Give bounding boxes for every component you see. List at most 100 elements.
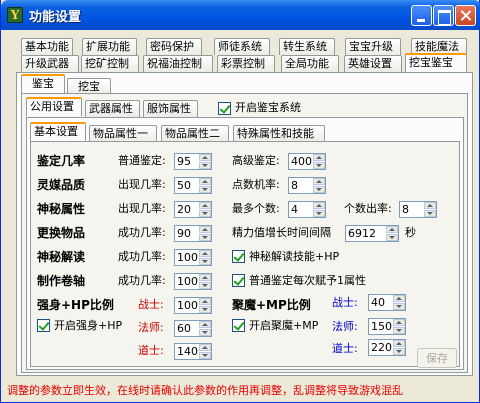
spin-up-icon[interactable] <box>199 250 211 257</box>
tab-extended-function[interactable]: 扩展功能 <box>82 38 137 55</box>
gather-mage-spinner[interactable] <box>368 318 406 335</box>
spin-up-icon[interactable] <box>424 202 436 209</box>
tab-special-attributes-skills[interactable]: 特殊属性和技能 <box>233 125 325 142</box>
spin-up-icon[interactable] <box>199 202 211 209</box>
spin-down-icon[interactable] <box>393 327 405 334</box>
tab-pet-upgrade[interactable]: 宝宝升级 <box>345 38 401 55</box>
advanced-identify-input[interactable] <box>289 154 314 169</box>
spin-down-icon[interactable] <box>393 303 405 310</box>
tab-lottery-control[interactable]: 彩票控制 <box>217 55 275 72</box>
spin-down-icon[interactable] <box>393 348 405 355</box>
spin-up-icon[interactable] <box>199 154 211 161</box>
max-count-spinner[interactable] <box>288 201 326 218</box>
spin-up-icon[interactable] <box>393 340 405 347</box>
spin-up-icon[interactable] <box>393 319 405 326</box>
tab-bless-oil-control[interactable]: 祝福油控制 <box>143 55 213 72</box>
gather-mage-input[interactable] <box>369 319 394 334</box>
tab-basic-function[interactable]: 基本功能 <box>21 38 73 55</box>
scroll-success-spinner[interactable] <box>174 273 212 290</box>
spin-up-icon[interactable] <box>199 226 211 233</box>
tab-item-attributes-2[interactable]: 物品属性二 <box>161 125 229 142</box>
tab-password-protect[interactable]: 密码保护 <box>146 38 202 55</box>
minimize-button[interactable] <box>411 5 432 26</box>
advanced-identify-label: 高级鉴定: <box>232 154 280 167</box>
tab-global-function[interactable]: 全局功能 <box>281 55 339 72</box>
max-count-input[interactable] <box>289 202 314 217</box>
tab-rebirth-system[interactable]: 转生系统 <box>279 38 335 55</box>
strong-taoist-input[interactable] <box>175 344 200 359</box>
normal-identify-input[interactable] <box>175 154 200 169</box>
gather-taoist-input[interactable] <box>369 340 394 355</box>
spirit-appear-spinner[interactable] <box>174 177 212 194</box>
spin-up-icon[interactable] <box>199 274 211 281</box>
spin-up-icon[interactable] <box>313 202 325 209</box>
tab-apparel-attributes[interactable]: 服饰属性 <box>143 100 198 117</box>
strong-taoist-spinner[interactable] <box>174 343 212 360</box>
spin-down-icon[interactable] <box>199 186 211 193</box>
spirit-appear-input[interactable] <box>175 178 200 193</box>
spin-up-icon[interactable] <box>199 298 211 305</box>
normal-identify-attr-checkbox[interactable] <box>232 274 245 287</box>
spin-up-icon[interactable] <box>313 178 325 185</box>
strong-mage-input[interactable] <box>175 321 200 336</box>
spin-down-icon[interactable] <box>199 329 211 336</box>
tab-master-system[interactable]: 师徒系统 <box>214 38 270 55</box>
points-rate-input[interactable] <box>289 178 314 193</box>
tab-basic-settings[interactable]: 基本设置 <box>30 122 86 141</box>
decode-success-spinner[interactable] <box>174 249 212 266</box>
count-rate-spinner[interactable] <box>399 201 437 218</box>
tab-weapon-upgrade[interactable]: 升级武器 <box>21 55 79 72</box>
energy-interval-input[interactable] <box>346 226 387 241</box>
mystic-appear-spinner[interactable] <box>174 201 212 218</box>
tab-weapon-attributes[interactable]: 武器属性 <box>85 100 140 117</box>
normal-identify-spinner[interactable] <box>174 153 212 170</box>
change-success-input[interactable] <box>175 226 200 241</box>
strong-mage-spinner[interactable] <box>174 320 212 337</box>
tab-common-settings[interactable]: 公用设置 <box>26 97 82 116</box>
gather-taoist-spinner[interactable] <box>368 339 406 356</box>
strong-warrior-spinner[interactable] <box>174 297 212 314</box>
points-rate-spinner[interactable] <box>288 177 326 194</box>
tab-mining-control[interactable]: 挖矿控制 <box>81 55 139 72</box>
spin-down-icon[interactable] <box>199 258 211 265</box>
close-button[interactable] <box>455 5 476 26</box>
spin-down-icon[interactable] <box>313 210 325 217</box>
energy-interval-label: 精力值增长时间间隔 <box>232 226 331 239</box>
spin-down-icon[interactable] <box>199 234 211 241</box>
spin-down-icon[interactable] <box>199 306 211 313</box>
count-rate-input[interactable] <box>400 202 425 217</box>
decode-skill-hp-checkbox[interactable] <box>232 250 245 263</box>
spin-up-icon[interactable] <box>393 295 405 302</box>
enable-strong-hp-checkbox[interactable] <box>37 319 50 332</box>
spin-up-icon[interactable] <box>313 154 325 161</box>
energy-interval-spinner[interactable] <box>345 225 399 242</box>
scroll-success-input[interactable] <box>175 274 200 289</box>
decode-success-input[interactable] <box>175 250 200 265</box>
enable-identify-checkbox[interactable] <box>218 102 231 115</box>
spin-down-icon[interactable] <box>199 282 211 289</box>
spin-up-icon[interactable] <box>199 321 211 328</box>
spin-down-icon[interactable] <box>313 162 325 169</box>
mystic-appear-input[interactable] <box>175 202 200 217</box>
spin-down-icon[interactable] <box>199 210 211 217</box>
save-button[interactable]: 保存 <box>417 348 457 368</box>
gather-warrior-spinner[interactable] <box>368 294 406 311</box>
spin-down-icon[interactable] <box>313 186 325 193</box>
tab-item-attributes-1[interactable]: 物品属性一 <box>89 125 157 142</box>
tab-identify[interactable]: 鉴宝 <box>21 74 65 93</box>
maximize-button[interactable] <box>433 5 454 26</box>
spin-down-icon[interactable] <box>386 234 398 241</box>
tab-dig-identify[interactable]: 挖宝鉴宝 <box>405 53 467 72</box>
spin-down-icon[interactable] <box>199 162 211 169</box>
change-success-spinner[interactable] <box>174 225 212 242</box>
enable-gather-mp-checkbox[interactable] <box>232 319 245 332</box>
gather-warrior-input[interactable] <box>369 295 394 310</box>
spin-down-icon[interactable] <box>199 352 211 359</box>
spin-up-icon[interactable] <box>386 226 398 233</box>
spin-down-icon[interactable] <box>424 210 436 217</box>
spin-up-icon[interactable] <box>199 344 211 351</box>
tab-hero-settings[interactable]: 英雄设置 <box>344 55 402 72</box>
spin-up-icon[interactable] <box>199 178 211 185</box>
advanced-identify-spinner[interactable] <box>288 153 326 170</box>
strong-warrior-input[interactable] <box>175 298 200 313</box>
